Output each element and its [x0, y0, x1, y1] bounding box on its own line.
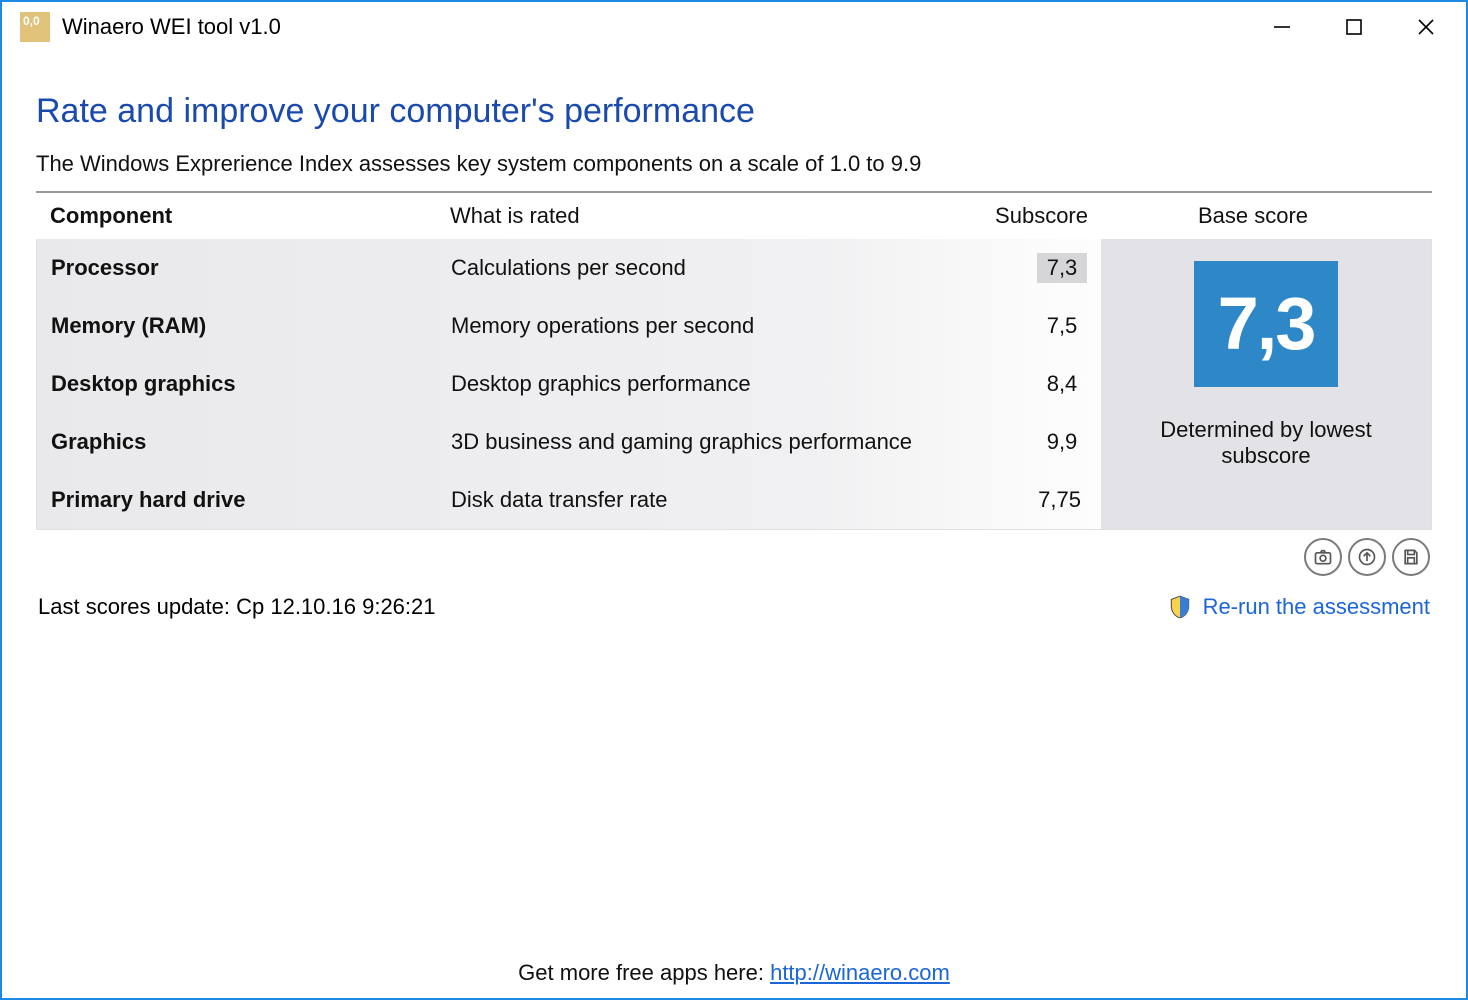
table-header: Component What is rated Subscore Base sc…	[36, 193, 1432, 239]
footer-link[interactable]: http://winaero.com	[770, 960, 950, 985]
window-controls	[1246, 3, 1462, 51]
screenshot-button[interactable]	[1304, 538, 1342, 576]
footer-text: Get more free apps here:	[518, 960, 770, 985]
app-icon: 0,0	[20, 12, 50, 42]
row-rated: Disk data transfer rate	[451, 487, 937, 513]
header-rated: What is rated	[450, 203, 938, 229]
row-rated: Memory operations per second	[451, 313, 937, 339]
close-button[interactable]	[1390, 3, 1462, 51]
rerun-label: Re-run the assessment	[1203, 594, 1430, 620]
mini-toolbar	[36, 530, 1432, 576]
page-heading: Rate and improve your computer's perform…	[36, 92, 1432, 131]
table-row: Processor Calculations per second 7,3	[37, 239, 1101, 297]
table-row: Memory (RAM) Memory operations per secon…	[37, 297, 1101, 355]
shield-icon	[1167, 594, 1193, 620]
upload-icon	[1357, 547, 1377, 567]
close-icon	[1417, 18, 1435, 36]
window-title: Winaero WEI tool v1.0	[62, 14, 281, 40]
row-rated: 3D business and gaming graphics performa…	[451, 429, 937, 455]
content-area: Rate and improve your computer's perform…	[2, 52, 1466, 620]
row-component: Desktop graphics	[51, 371, 451, 397]
titlebar: 0,0 Winaero WEI tool v1.0	[2, 2, 1466, 52]
row-subscore: 7,75	[937, 485, 1087, 515]
page-subheading: The Windows Exprerience Index assesses k…	[36, 151, 1432, 177]
row-component: Memory (RAM)	[51, 313, 451, 339]
subscore-value: 7,5	[1037, 311, 1087, 341]
subscore-value: 7,75	[1032, 485, 1087, 515]
row-rated: Desktop graphics performance	[451, 371, 937, 397]
save-button[interactable]	[1392, 538, 1430, 576]
row-subscore: 7,5	[937, 311, 1087, 341]
base-score-caption: Determined by lowest subscore	[1121, 417, 1411, 469]
header-component: Component	[50, 203, 450, 229]
subscore-value: 8,4	[1037, 369, 1087, 399]
table-row: Desktop graphics Desktop graphics perfor…	[37, 355, 1101, 413]
subscore-value: 9,9	[1037, 427, 1087, 457]
table-row: Graphics 3D business and gaming graphics…	[37, 413, 1101, 471]
maximize-button[interactable]	[1318, 3, 1390, 51]
bottom-row: Last scores update: Cp 12.10.16 9:26:21 …	[36, 576, 1432, 620]
score-table: Component What is rated Subscore Base sc…	[36, 191, 1432, 530]
base-score-value: 7,3	[1194, 261, 1339, 387]
table-body: Processor Calculations per second 7,3 Me…	[36, 239, 1432, 530]
rerun-link[interactable]: Re-run the assessment	[1167, 594, 1430, 620]
row-subscore: 9,9	[937, 427, 1087, 457]
base-score-panel: 7,3 Determined by lowest subscore	[1101, 239, 1431, 529]
save-icon	[1401, 547, 1421, 567]
row-component: Processor	[51, 255, 451, 281]
maximize-icon	[1345, 18, 1363, 36]
minimize-icon	[1273, 18, 1291, 36]
row-rated: Calculations per second	[451, 255, 937, 281]
last-update-text: Last scores update: Cp 12.10.16 9:26:21	[38, 594, 436, 620]
footer: Get more free apps here: http://winaero.…	[2, 960, 1466, 986]
upload-button[interactable]	[1348, 538, 1386, 576]
subscore-value: 7,3	[1037, 253, 1087, 283]
table-rows: Processor Calculations per second 7,3 Me…	[37, 239, 1101, 529]
row-subscore: 7,3	[937, 253, 1087, 283]
table-row: Primary hard drive Disk data transfer ra…	[37, 471, 1101, 529]
camera-icon	[1313, 547, 1333, 567]
minimize-button[interactable]	[1246, 3, 1318, 51]
row-component: Primary hard drive	[51, 487, 451, 513]
header-base: Base score	[1088, 203, 1418, 229]
header-subscore: Subscore	[938, 203, 1088, 229]
row-component: Graphics	[51, 429, 451, 455]
row-subscore: 8,4	[937, 369, 1087, 399]
